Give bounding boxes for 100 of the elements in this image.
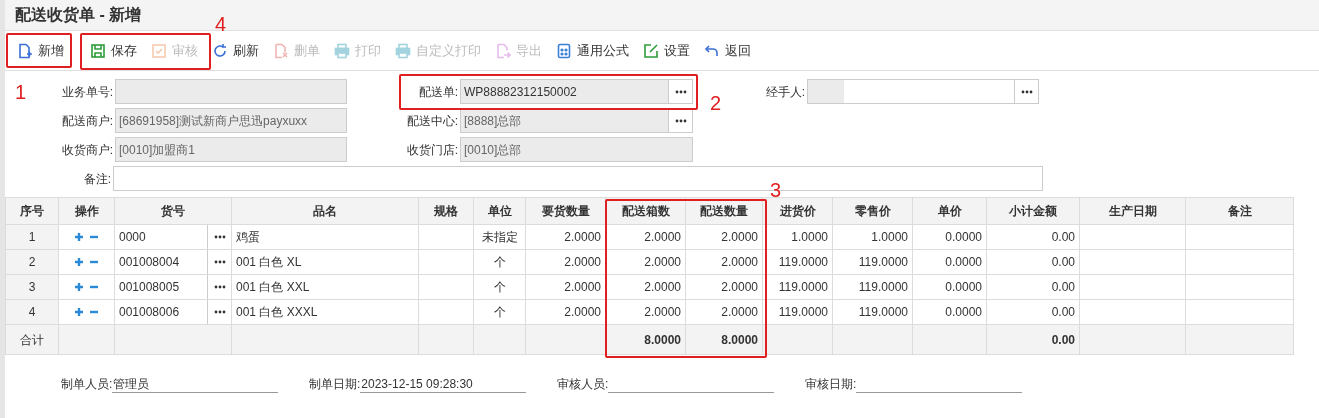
- table-cell: 119.0000: [762, 249, 833, 275]
- table-cell: 2.0000: [525, 224, 606, 250]
- print-icon: [334, 42, 350, 59]
- calculator-icon: [556, 42, 572, 59]
- field-label: 审核人员:: [557, 376, 609, 393]
- row-number: 2: [5, 249, 59, 275]
- row-number: 1: [5, 224, 59, 250]
- ellipsis-icon: [213, 310, 226, 314]
- table-cell: 119.0000: [762, 274, 833, 300]
- ellipsis-icon: [674, 89, 687, 94]
- input-field[interactable]: [8888]总部: [460, 108, 693, 133]
- field-label: 业务单号:: [61, 83, 113, 101]
- toolbar-button[interactable]: 设置: [637, 35, 696, 66]
- field-label: 制单日期:: [309, 376, 361, 393]
- column-header: 单位: [473, 197, 526, 225]
- annotation-box: [6, 33, 72, 68]
- table-cell: 2.0000: [605, 224, 686, 250]
- column-header: 货号: [114, 197, 232, 225]
- table-cell: 2.0000: [685, 274, 763, 300]
- table-cell: 001 白色 XXXL: [231, 299, 419, 325]
- field-label: 配送商户:: [61, 112, 113, 130]
- field-label: 收货门店:: [406, 141, 458, 159]
- table-cell: 119.0000: [832, 249, 913, 275]
- table-cell: 2.0000: [605, 249, 686, 275]
- plus-icon[interactable]: [74, 232, 84, 242]
- table-cell: 个: [473, 274, 526, 300]
- ellipsis-icon: [213, 235, 226, 239]
- document-arrow-icon: [495, 42, 511, 59]
- table-cell: 未指定: [473, 224, 526, 250]
- column-header: 操作: [58, 197, 115, 225]
- ellipsis-icon: [213, 285, 226, 289]
- document-x-icon: [273, 42, 289, 59]
- table-cell: 2.0000: [685, 299, 763, 325]
- table-cell: 合计: [5, 324, 59, 355]
- table-cell: 0.00: [986, 249, 1080, 275]
- table-cell: 8.0000: [605, 324, 686, 355]
- toolbar-button[interactable]: 返回: [698, 35, 757, 66]
- annotation-number: 2: [710, 93, 722, 113]
- input-field[interactable]: [115, 79, 347, 104]
- field-label: 配送单:: [418, 83, 458, 101]
- column-header: 序号: [5, 197, 59, 225]
- table-cell: 0.00: [986, 224, 1080, 250]
- table-cell: 2.0000: [605, 274, 686, 300]
- input-field[interactable]: [68691958]测试新商户思迅payxuxx: [115, 108, 347, 133]
- ellipsis-icon: [674, 118, 687, 123]
- table-cell: 个: [473, 249, 526, 275]
- annotation-number: 1: [15, 82, 27, 102]
- table-cell: 0.0000: [912, 224, 987, 250]
- table-cell: 0.0000: [912, 274, 987, 300]
- field-label: 审核日期:: [805, 376, 857, 393]
- underline-field: 2023-12-15 09:28:30: [360, 375, 527, 393]
- ellipsis-icon: [1020, 89, 1033, 94]
- field-label: 备注:: [83, 170, 111, 188]
- column-header: 要货数量: [525, 197, 606, 225]
- refresh-icon: [212, 42, 228, 59]
- plus-icon[interactable]: [74, 282, 84, 292]
- toolbar-button[interactable]: 通用公式: [550, 35, 635, 66]
- ellipsis-button[interactable]: [668, 109, 692, 132]
- input-field[interactable]: [0010]总部: [460, 137, 693, 162]
- toolbar-button[interactable]: 保存: [84, 35, 143, 66]
- print-icon: [395, 42, 411, 59]
- annotation-number: 4: [215, 14, 227, 34]
- plus-icon[interactable]: [74, 257, 84, 267]
- field-label: 经手人:: [765, 83, 805, 101]
- window-title: 配送收货单 - 新增: [15, 5, 142, 26]
- field-label: 制单人员:: [61, 376, 113, 393]
- column-header: 品名: [231, 197, 419, 225]
- column-header: 零售价: [832, 197, 913, 225]
- table-cell: 2.0000: [525, 299, 606, 325]
- input-field[interactable]: [807, 79, 1039, 104]
- input-field[interactable]: [0010]加盟商1: [115, 137, 347, 162]
- toolbar-button[interactable]: 新增: [11, 35, 70, 66]
- column-header: 配送箱数: [605, 197, 686, 225]
- table-cell: 0.00: [986, 299, 1080, 325]
- row-number: 3: [5, 274, 59, 300]
- column-header: 进货价: [762, 197, 833, 225]
- table-cell: 鸡蛋: [231, 224, 419, 250]
- table-cell: 0.0000: [912, 299, 987, 325]
- table-cell: 2.0000: [605, 299, 686, 325]
- column-header: 配送数量: [685, 197, 763, 225]
- table-cell: 1.0000: [832, 224, 913, 250]
- field-label: 收货商户:: [61, 141, 113, 159]
- table-cell: 001 白色 XL: [231, 249, 419, 275]
- column-header: 备注: [1185, 197, 1294, 225]
- row-number: 4: [5, 299, 59, 325]
- table-cell: 个: [473, 299, 526, 325]
- field-label: 配送中心:: [406, 112, 458, 130]
- table-cell: 0.00: [986, 274, 1080, 300]
- column-header: 单价: [912, 197, 987, 225]
- input-field[interactable]: WP88882312150002: [460, 79, 693, 104]
- document-plus-icon: [17, 42, 33, 59]
- edit-icon: [643, 42, 659, 59]
- plus-icon[interactable]: [74, 307, 84, 317]
- underline-field: 管理员: [112, 375, 279, 393]
- back-arrow-icon: [704, 42, 720, 59]
- table-cell: 2.0000: [685, 224, 763, 250]
- toolbar-button[interactable]: 刷新: [206, 35, 265, 66]
- table-cell: 2.0000: [685, 249, 763, 275]
- table-cell: 2.0000: [525, 249, 606, 275]
- column-header: 小计金额: [986, 197, 1080, 225]
